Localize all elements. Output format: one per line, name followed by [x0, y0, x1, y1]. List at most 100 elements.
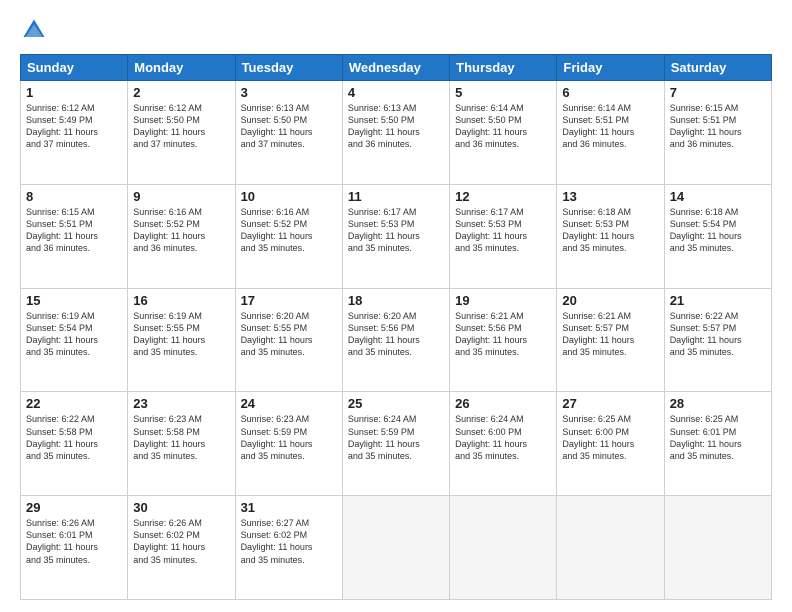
day-header-friday: Friday [557, 55, 664, 81]
day-cell-1: 1 Sunrise: 6:12 AM Sunset: 5:49 PM Daylig… [21, 81, 128, 185]
cell-text: Sunrise: 6:13 AM Sunset: 5:50 PM Dayligh… [348, 102, 444, 151]
day-cell-16: 16Sunrise: 6:19 AM Sunset: 5:55 PM Dayli… [128, 288, 235, 392]
cell-text: Sunrise: 6:24 AM Sunset: 6:00 PM Dayligh… [455, 413, 551, 462]
day-number: 22 [26, 396, 122, 411]
cell-text: Sunrise: 6:16 AM Sunset: 5:52 PM Dayligh… [133, 206, 229, 255]
cell-text: Sunrise: 6:14 AM Sunset: 5:51 PM Dayligh… [562, 102, 658, 151]
empty-cell [450, 496, 557, 600]
cell-text: Sunrise: 6:19 AM Sunset: 5:54 PM Dayligh… [26, 310, 122, 359]
day-header-sunday: Sunday [21, 55, 128, 81]
cell-text: Sunrise: 6:23 AM Sunset: 5:59 PM Dayligh… [241, 413, 337, 462]
day-cell-11: 11Sunrise: 6:17 AM Sunset: 5:53 PM Dayli… [342, 184, 449, 288]
day-number: 17 [241, 293, 337, 308]
day-cell-12: 12 Sunrise: 6:17 AM Sunset: 5:53 PM Dayli… [450, 184, 557, 288]
day-cell-2: 2 Sunrise: 6:12 AM Sunset: 5:50 PM Daylig… [128, 81, 235, 185]
day-cell-15: 15Sunrise: 6:19 AM Sunset: 5:54 PM Dayli… [21, 288, 128, 392]
day-header-tuesday: Tuesday [235, 55, 342, 81]
cell-text: Sunrise: 6:15 AM Sunset: 5:51 PM Dayligh… [26, 206, 122, 255]
day-number: 26 [455, 396, 551, 411]
day-cell-29: 29 Sunrise: 6:26 AM Sunset: 6:01 PM Dayli… [21, 496, 128, 600]
empty-cell [557, 496, 664, 600]
day-cell-5: 5 Sunrise: 6:14 AM Sunset: 5:50 PM Daylig… [450, 81, 557, 185]
cell-text: Sunrise: 6:26 AM Sunset: 6:02 PM Dayligh… [133, 517, 229, 566]
cell-text: Sunrise: 6:21 AM Sunset: 5:57 PM Dayligh… [562, 310, 658, 359]
cell-text: Sunrise: 6:13 AM Sunset: 5:50 PM Dayligh… [241, 102, 337, 151]
day-cell-19: 19 Sunrise: 6:21 AM Sunset: 5:56 PM Dayli… [450, 288, 557, 392]
day-cell-8: 8 Sunrise: 6:15 AM Sunset: 5:51 PM Daylig… [21, 184, 128, 288]
day-number: 1 [26, 85, 122, 100]
week-row-1: 1 Sunrise: 6:12 AM Sunset: 5:49 PM Daylig… [21, 81, 772, 185]
day-number: 5 [455, 85, 551, 100]
cell-text: Sunrise: 6:22 AM Sunset: 5:57 PM Dayligh… [670, 310, 766, 359]
cell-text: Sunrise: 6:26 AM Sunset: 6:01 PM Dayligh… [26, 517, 122, 566]
day-header-wednesday: Wednesday [342, 55, 449, 81]
day-cell-22: 22 Sunrise: 6:22 AM Sunset: 5:58 PM Dayli… [21, 392, 128, 496]
week-row-4: 22 Sunrise: 6:22 AM Sunset: 5:58 PM Dayli… [21, 392, 772, 496]
day-cell-31: 31Sunrise: 6:27 AM Sunset: 6:02 PM Dayli… [235, 496, 342, 600]
cell-text: Sunrise: 6:12 AM Sunset: 5:50 PM Dayligh… [133, 102, 229, 151]
day-cell-24: 24Sunrise: 6:23 AM Sunset: 5:59 PM Dayli… [235, 392, 342, 496]
cell-text: Sunrise: 6:24 AM Sunset: 5:59 PM Dayligh… [348, 413, 444, 462]
cell-text: Sunrise: 6:17 AM Sunset: 5:53 PM Dayligh… [348, 206, 444, 255]
day-header-saturday: Saturday [664, 55, 771, 81]
day-header-row: SundayMondayTuesdayWednesdayThursdayFrid… [21, 55, 772, 81]
day-cell-23: 23 Sunrise: 6:23 AM Sunset: 5:58 PM Dayli… [128, 392, 235, 496]
day-number: 7 [670, 85, 766, 100]
cell-text: Sunrise: 6:27 AM Sunset: 6:02 PM Dayligh… [241, 517, 337, 566]
cell-text: Sunrise: 6:22 AM Sunset: 5:58 PM Dayligh… [26, 413, 122, 462]
day-number: 27 [562, 396, 658, 411]
day-cell-26: 26 Sunrise: 6:24 AM Sunset: 6:00 PM Dayli… [450, 392, 557, 496]
day-number: 13 [562, 189, 658, 204]
page: SundayMondayTuesdayWednesdayThursdayFrid… [0, 0, 792, 612]
cell-text: Sunrise: 6:23 AM Sunset: 5:58 PM Dayligh… [133, 413, 229, 462]
week-row-2: 8 Sunrise: 6:15 AM Sunset: 5:51 PM Daylig… [21, 184, 772, 288]
day-number: 20 [562, 293, 658, 308]
day-number: 23 [133, 396, 229, 411]
day-cell-17: 17 Sunrise: 6:20 AM Sunset: 5:55 PM Dayli… [235, 288, 342, 392]
cell-text: Sunrise: 6:18 AM Sunset: 5:53 PM Dayligh… [562, 206, 658, 255]
day-number: 30 [133, 500, 229, 515]
day-cell-6: 6 Sunrise: 6:14 AM Sunset: 5:51 PM Daylig… [557, 81, 664, 185]
empty-cell [664, 496, 771, 600]
calendar: SundayMondayTuesdayWednesdayThursdayFrid… [20, 54, 772, 600]
day-number: 16 [133, 293, 229, 308]
cell-text: Sunrise: 6:20 AM Sunset: 5:56 PM Dayligh… [348, 310, 444, 359]
cell-text: Sunrise: 6:21 AM Sunset: 5:56 PM Dayligh… [455, 310, 551, 359]
day-header-thursday: Thursday [450, 55, 557, 81]
day-cell-20: 20 Sunrise: 6:21 AM Sunset: 5:57 PM Dayli… [557, 288, 664, 392]
empty-cell [342, 496, 449, 600]
calendar-table: SundayMondayTuesdayWednesdayThursdayFrid… [20, 54, 772, 600]
day-number: 28 [670, 396, 766, 411]
cell-text: Sunrise: 6:16 AM Sunset: 5:52 PM Dayligh… [241, 206, 337, 255]
day-number: 4 [348, 85, 444, 100]
day-header-monday: Monday [128, 55, 235, 81]
logo [20, 16, 52, 44]
cell-text: Sunrise: 6:12 AM Sunset: 5:49 PM Dayligh… [26, 102, 122, 151]
day-cell-10: 10Sunrise: 6:16 AM Sunset: 5:52 PM Dayli… [235, 184, 342, 288]
day-cell-30: 30 Sunrise: 6:26 AM Sunset: 6:02 PM Dayli… [128, 496, 235, 600]
day-number: 9 [133, 189, 229, 204]
day-cell-13: 13 Sunrise: 6:18 AM Sunset: 5:53 PM Dayli… [557, 184, 664, 288]
header [20, 16, 772, 44]
day-number: 6 [562, 85, 658, 100]
day-cell-4: 4 Sunrise: 6:13 AM Sunset: 5:50 PM Daylig… [342, 81, 449, 185]
week-row-5: 29 Sunrise: 6:26 AM Sunset: 6:01 PM Dayli… [21, 496, 772, 600]
day-number: 8 [26, 189, 122, 204]
week-row-3: 15Sunrise: 6:19 AM Sunset: 5:54 PM Dayli… [21, 288, 772, 392]
day-number: 21 [670, 293, 766, 308]
day-cell-18: 18Sunrise: 6:20 AM Sunset: 5:56 PM Dayli… [342, 288, 449, 392]
day-cell-21: 21 Sunrise: 6:22 AM Sunset: 5:57 PM Dayli… [664, 288, 771, 392]
cell-text: Sunrise: 6:17 AM Sunset: 5:53 PM Dayligh… [455, 206, 551, 255]
logo-icon [20, 16, 48, 44]
day-number: 12 [455, 189, 551, 204]
day-cell-9: 9 Sunrise: 6:16 AM Sunset: 5:52 PM Daylig… [128, 184, 235, 288]
cell-text: Sunrise: 6:14 AM Sunset: 5:50 PM Dayligh… [455, 102, 551, 151]
day-cell-25: 25Sunrise: 6:24 AM Sunset: 5:59 PM Dayli… [342, 392, 449, 496]
day-cell-27: 27 Sunrise: 6:25 AM Sunset: 6:00 PM Dayli… [557, 392, 664, 496]
cell-text: Sunrise: 6:25 AM Sunset: 6:00 PM Dayligh… [562, 413, 658, 462]
day-cell-28: 28Sunrise: 6:25 AM Sunset: 6:01 PM Dayli… [664, 392, 771, 496]
cell-text: Sunrise: 6:20 AM Sunset: 5:55 PM Dayligh… [241, 310, 337, 359]
day-number: 29 [26, 500, 122, 515]
day-number: 19 [455, 293, 551, 308]
day-number: 2 [133, 85, 229, 100]
